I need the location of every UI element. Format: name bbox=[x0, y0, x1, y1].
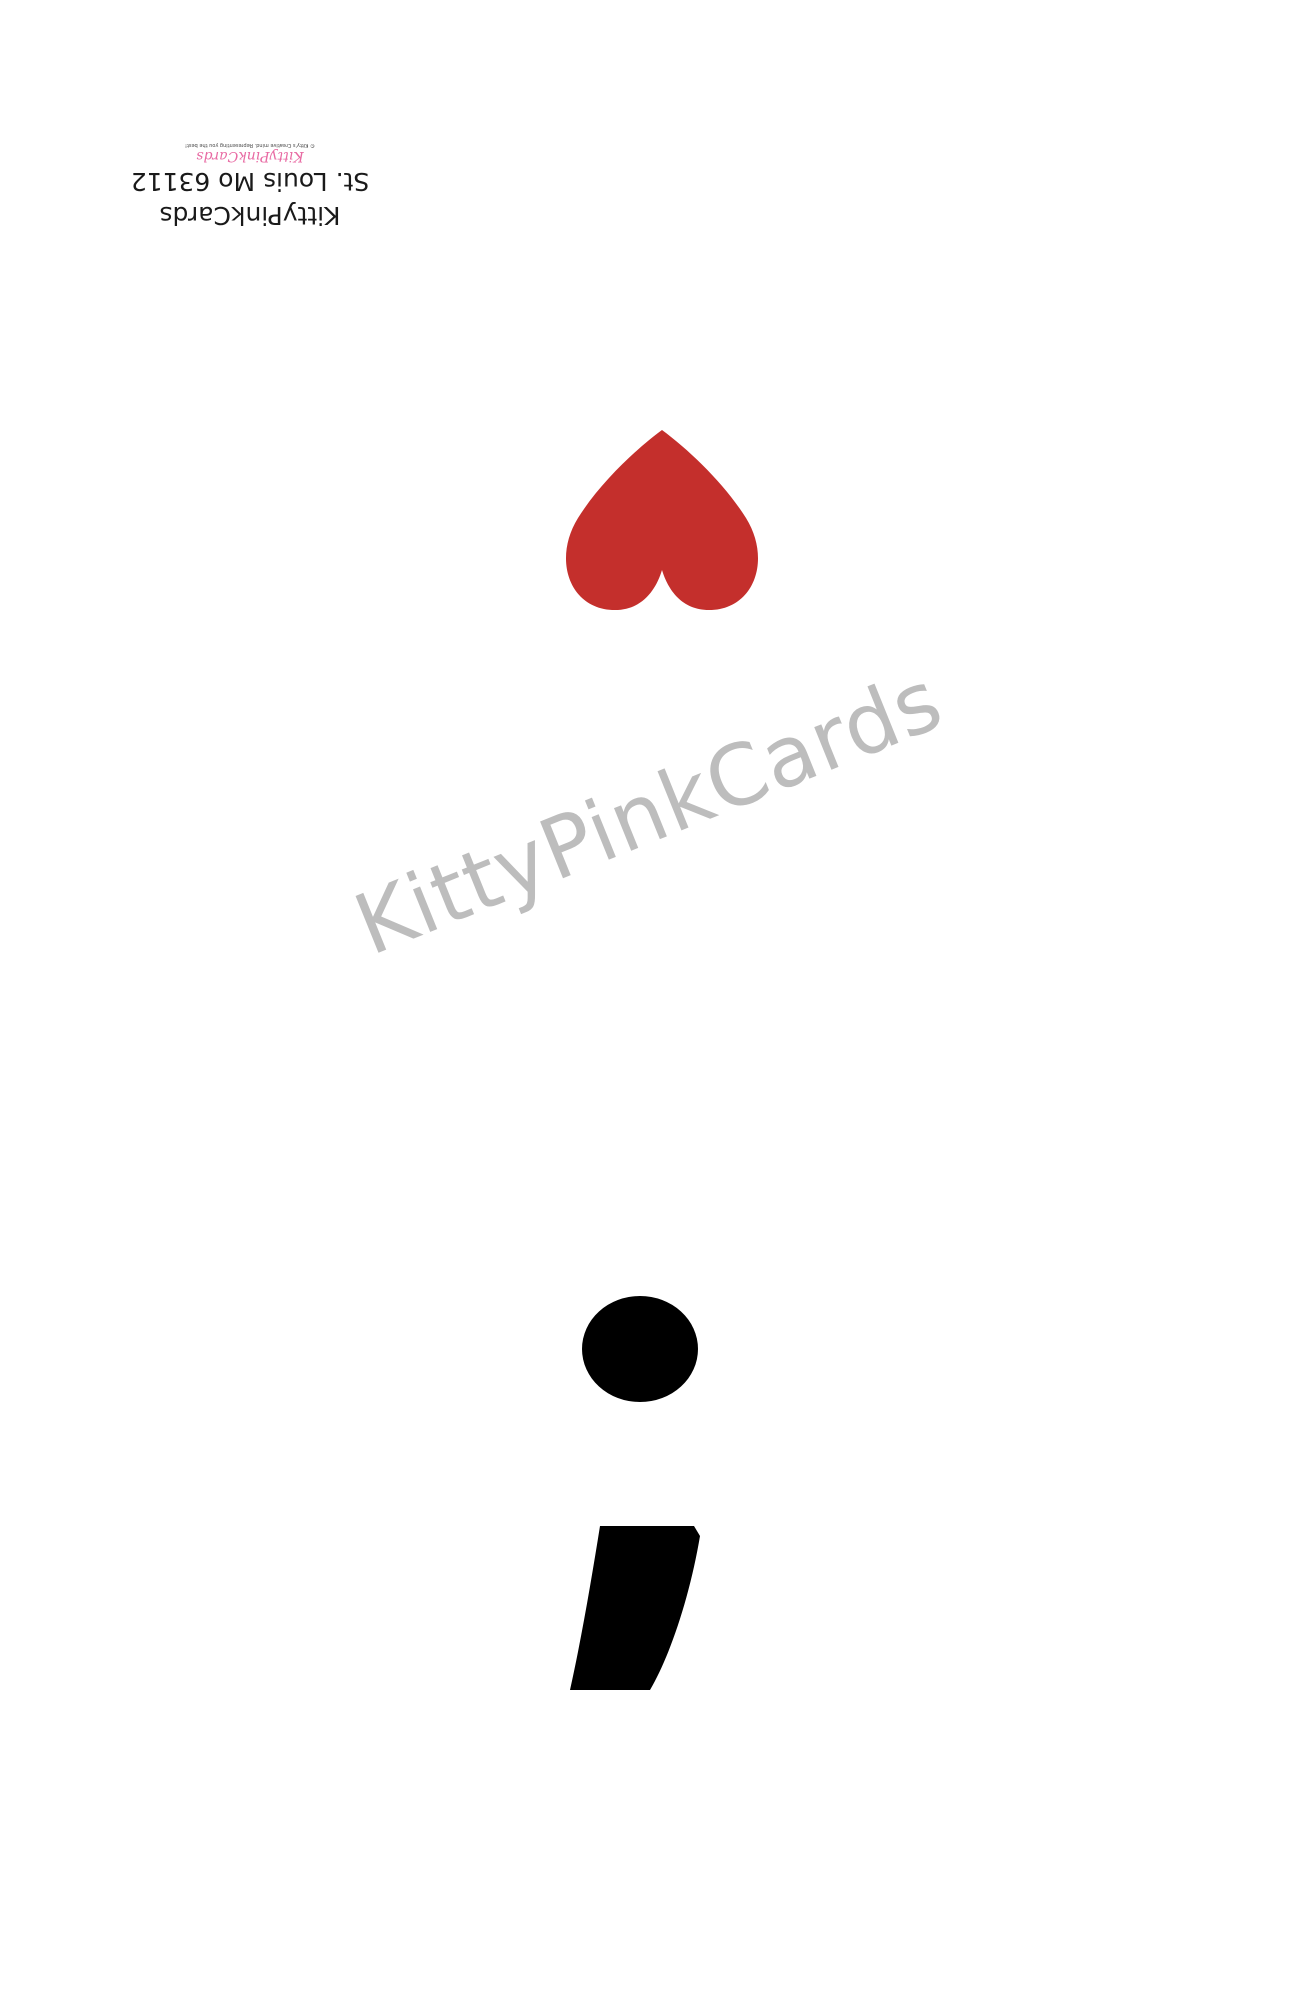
back-info-block: KittyPinkCards St. Louis Mo 63112 KittyP… bbox=[120, 82, 380, 232]
company-name: KittyPinkCards bbox=[159, 201, 341, 230]
brand-logo: KittyPinkCards © Kitty's Creative mind. … bbox=[120, 141, 380, 164]
semicolon-tail bbox=[570, 1526, 700, 1690]
semicolon-dot bbox=[582, 1296, 698, 1402]
semicolon-icon bbox=[570, 1296, 700, 1690]
brand-tagline: © Kitty's Creative mind. Representing yo… bbox=[184, 142, 316, 148]
company-address: St. Louis Mo 63112 bbox=[130, 167, 370, 196]
brand-logo-text: KittyPinkCards bbox=[196, 148, 304, 164]
heart-shape bbox=[565, 430, 759, 610]
heart-icon bbox=[565, 430, 759, 610]
watermark-text: KittyPinkCards bbox=[341, 650, 956, 975]
card-page: KittyPinkCards St. Louis Mo 63112 KittyP… bbox=[0, 0, 1294, 2000]
